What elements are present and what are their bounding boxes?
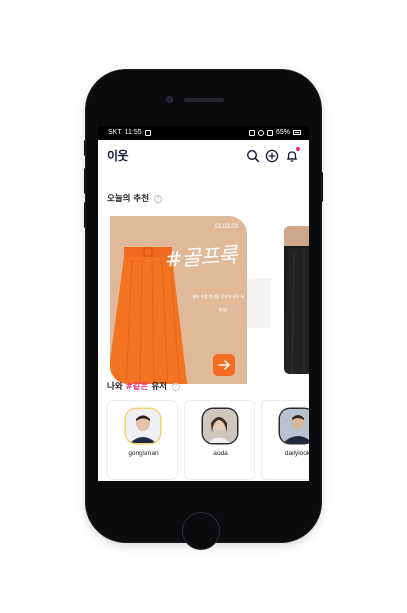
bell-icon [286,151,298,162]
app-screen: SKT 11:55 65% 이웃 오늘의 추천 ? 22.03.03 #골프룩 … [98,126,309,481]
card-author: 지미 [218,308,228,314]
similar-users-heading: 나와 #같은 유저 ? [107,380,180,392]
user-card[interactable]: aoda [184,400,255,480]
front-camera [166,96,173,103]
add-post-button[interactable] [265,148,279,163]
user-card[interactable]: gongsman [107,400,178,480]
alarm-icon [248,129,255,136]
app-header: 이웃 [98,140,309,170]
earpiece-speaker [184,98,224,102]
add-circle-icon [265,149,279,163]
wifi-icon [257,129,264,136]
next-recommendation-card[interactable] [284,226,309,374]
recommendations-heading: 오늘의 추천 ? [107,192,163,204]
similar-users-title-accent: #같은 [125,382,149,392]
username: dailylook [284,450,309,457]
similar-users-title-suffix: 유저 [148,382,167,392]
notification-icon [144,129,151,136]
garment-image [284,248,309,374]
signal-icon [266,129,273,136]
card-date: 22.03.03 [214,224,238,230]
home-button[interactable] [182,512,220,550]
search-button[interactable] [246,148,260,163]
user-card[interactable]: dailylook [261,400,309,480]
similar-users-title-prefix: 나와 [107,382,126,392]
battery-icon [293,130,301,135]
similar-users-list: gongsman aoda dailylook [107,400,309,481]
avatar [203,409,237,443]
card-hashtag: #골프룩 [164,242,238,272]
recommendations-title: 오늘의 추천 [107,194,150,204]
search-icon [246,149,260,163]
recommendation-card[interactable]: 22.03.03 #골프룩 필드 위를 빛내줄 당신의 골프 룩 지미 [110,216,247,384]
battery-percent: 65% [275,129,290,136]
avatar [126,409,160,443]
username: gongsman [128,450,159,457]
clock: 11:55 [124,129,142,136]
username: aoda [213,450,228,457]
avatar [280,409,309,443]
status-bar: SKT 11:55 65% [98,126,309,140]
app-logo[interactable]: 이웃 [107,147,129,164]
notification-badge [296,147,300,151]
info-icon[interactable]: ? [154,195,163,203]
notifications-button[interactable] [285,147,300,162]
info-icon[interactable]: ? [171,383,180,391]
arrow-right-icon [218,360,230,370]
card-caption: 필드 위를 빛내줄 당신의 골프 룩 [192,294,244,299]
phone-frame: SKT 11:55 65% 이웃 오늘의 추천 ? 22.03.03 #골프룩 … [86,70,321,550]
carrier-label: SKT [108,129,122,136]
card-arrow-button[interactable] [213,354,235,376]
